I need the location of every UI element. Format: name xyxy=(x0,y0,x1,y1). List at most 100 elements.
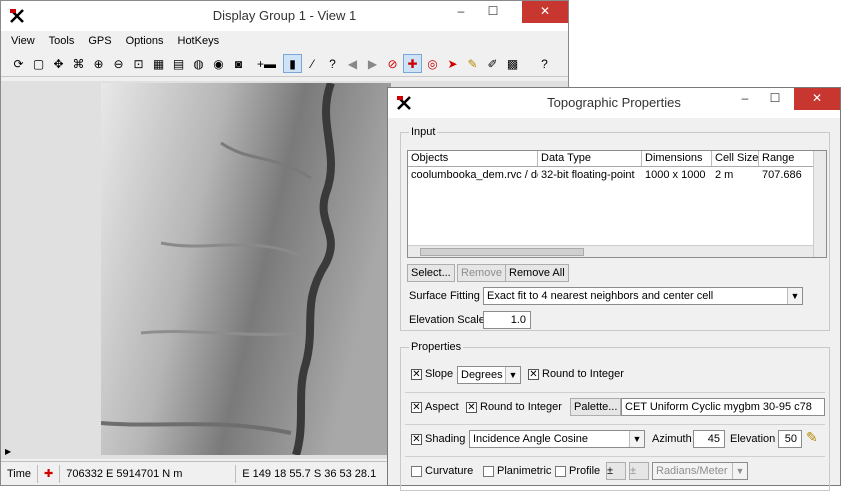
horizontal-scrollbar[interactable] xyxy=(408,245,814,257)
planimetric-checkbox[interactable] xyxy=(483,466,494,477)
elevation-label: Elevation xyxy=(730,433,776,445)
display-toolbar: ⟳ ▢ ✥ ⌘ ⊕ ⊖ ⊡ ▦ ▤ ◍ ◉ ◙ +▬ ▮ ⁄ ? ◀ ▶ ⊘ ✚… xyxy=(1,51,568,77)
properties-legend: Properties xyxy=(411,341,462,353)
menu-tools[interactable]: Tools xyxy=(49,35,75,47)
planimetric-label: Planimetric xyxy=(497,465,552,477)
close-button[interactable]: ✕ xyxy=(522,1,568,23)
elevation-scale-input[interactable]: 1.0 xyxy=(483,311,531,329)
scroll-right-arrow-icon[interactable]: ▶ xyxy=(5,447,11,456)
layer-icon[interactable]: ▤ xyxy=(169,54,188,73)
aspect-round-label: Round to Integer xyxy=(480,401,562,413)
curvature-label: Curvature xyxy=(425,465,474,477)
camera-icon[interactable]: ◙ xyxy=(229,54,248,73)
shading-checkbox[interactable]: ✕ xyxy=(411,434,422,445)
topo-close-button[interactable]: ✕ xyxy=(794,88,840,110)
table-row[interactable]: coolumbooka_dem.rvc / de 32-bit floating… xyxy=(408,167,826,183)
move-icon[interactable]: ✚ xyxy=(403,54,422,73)
chevron-down-icon: ▼ xyxy=(629,431,644,447)
topo-titlebar[interactable]: Topographic Properties – ☐ ✕ xyxy=(388,88,840,118)
add-layer-icon[interactable]: +▬ xyxy=(257,54,276,73)
slope-round-label: Round to Integer xyxy=(542,368,624,380)
vertical-scrollbar[interactable] xyxy=(813,151,826,257)
input-group: Input Objects Data Type Dimensions Cell … xyxy=(400,126,830,331)
cell-dimensions: 1000 x 1000 xyxy=(645,169,706,181)
coordinates-en: 706332 E 5914701 N m xyxy=(60,464,237,483)
maximize-button[interactable]: ☐ xyxy=(478,1,508,23)
chevron-down-icon: ▼ xyxy=(787,288,802,304)
cell-cell-size: 2 m xyxy=(715,169,734,181)
zoom-in-icon[interactable]: ⊕ xyxy=(89,54,108,73)
shading-method-select[interactable]: Incidence Angle Cosine ▼ xyxy=(469,430,645,448)
menu-view[interactable]: View xyxy=(11,35,35,47)
menu-hotkeys[interactable]: HotKeys xyxy=(178,35,220,47)
scroll-thumb[interactable] xyxy=(420,248,584,256)
slope-units-select[interactable]: Degrees ▼ xyxy=(457,366,521,384)
azimuth-label: Azimuth xyxy=(652,433,692,445)
remove-all-button[interactable]: Remove All xyxy=(505,264,569,282)
topo-maximize-button[interactable]: ☐ xyxy=(760,88,790,110)
objects-list-header: Objects Data Type Dimensions Cell Size R… xyxy=(408,151,826,167)
surface-fitting-label: Surface Fitting xyxy=(409,290,480,302)
surface-fitting-select[interactable]: Exact fit to 4 nearest neighbors and cen… xyxy=(483,287,803,305)
chevron-down-icon: ▼ xyxy=(505,367,520,383)
grid-icon[interactable]: ▦ xyxy=(149,54,168,73)
aspect-checkbox[interactable]: ✕ xyxy=(411,402,422,413)
aspect-round-checkbox[interactable]: ✕ xyxy=(466,402,477,413)
slope-units-value: Degrees xyxy=(461,369,503,381)
measure-icon[interactable]: ⁄ xyxy=(303,54,322,73)
edit-icon[interactable]: ✐ xyxy=(483,54,502,73)
col-cell-size[interactable]: Cell Size xyxy=(712,151,759,166)
shading-method-value: Incidence Angle Cosine xyxy=(473,433,588,445)
zoom-tool-icon[interactable]: ◎ xyxy=(423,54,442,73)
cell-data-type: 32-bit floating-point xyxy=(541,169,635,181)
binoculars-icon[interactable]: ⌘ xyxy=(69,54,88,73)
help-icon[interactable]: ? xyxy=(535,54,554,73)
zoom-box-icon[interactable]: ⊡ xyxy=(129,54,148,73)
forward-icon[interactable]: ▶ xyxy=(363,54,382,73)
col-data-type[interactable]: Data Type xyxy=(538,151,642,166)
topo-minimize-button[interactable]: – xyxy=(730,88,760,110)
select-arrow-icon[interactable]: ➤ xyxy=(443,54,462,73)
slope-round-checkbox[interactable]: ✕ xyxy=(528,369,539,380)
divider xyxy=(405,456,825,457)
slope-checkbox[interactable]: ✕ xyxy=(411,369,422,380)
redraw-icon[interactable]: ⟳ xyxy=(9,54,28,73)
crosshair-icon[interactable]: ✚ xyxy=(38,464,61,483)
curvature-graph2-icon[interactable]: ± xyxy=(629,462,649,480)
help-cursor-icon[interactable]: ? xyxy=(323,54,342,73)
cell-range: 707.686 xyxy=(762,169,802,181)
surface-fitting-value: Exact fit to 4 nearest neighbors and cen… xyxy=(487,290,714,302)
select-button[interactable]: Select... xyxy=(407,264,455,282)
sun-angle-icon[interactable]: ✎ xyxy=(806,429,818,446)
zoom-out-icon[interactable]: ⊖ xyxy=(109,54,128,73)
objects-list[interactable]: Objects Data Type Dimensions Cell Size R… xyxy=(407,150,827,258)
curvature-graph-icon[interactable]: ± xyxy=(606,462,626,480)
menu-gps[interactable]: GPS xyxy=(88,35,111,47)
display-titlebar[interactable]: Display Group 1 - View 1 – ☐ ✕ xyxy=(1,1,568,31)
palette-button[interactable]: Palette... xyxy=(570,398,622,416)
back-icon[interactable]: ◀ xyxy=(343,54,362,73)
select-icon[interactable]: ▮ xyxy=(283,54,302,73)
azimuth-input[interactable]: 45 xyxy=(693,430,725,448)
full-view-icon[interactable]: ▢ xyxy=(29,54,48,73)
curvature-checkbox[interactable] xyxy=(411,466,422,477)
sketch-icon[interactable]: ✎ xyxy=(463,54,482,73)
col-dimensions[interactable]: Dimensions xyxy=(642,151,712,166)
minimize-button[interactable]: – xyxy=(446,1,476,23)
elevation-input[interactable]: 50 xyxy=(778,430,802,448)
slope-label: Slope xyxy=(425,368,454,380)
menu-options[interactable]: Options xyxy=(126,35,164,47)
chart-icon[interactable]: ▩ xyxy=(503,54,522,73)
col-range[interactable]: Range xyxy=(759,151,814,166)
properties-group: Properties ✕ Slope Degrees ▼ ✕ Round to … xyxy=(400,341,830,491)
shading-label: Shading xyxy=(425,433,466,445)
profile-checkbox[interactable] xyxy=(555,466,566,477)
topographic-properties-window: Topographic Properties – ☐ ✕ Input Objec… xyxy=(387,87,841,491)
curvature-units-select[interactable]: Radians/Meter ▼ xyxy=(652,462,748,480)
cancel-icon[interactable]: ⊘ xyxy=(383,54,402,73)
col-objects[interactable]: Objects xyxy=(408,151,538,166)
globe2-icon[interactable]: ◉ xyxy=(209,54,228,73)
globe-icon[interactable]: ◍ xyxy=(189,54,208,73)
remove-button[interactable]: Remove xyxy=(457,264,506,282)
pan-icon[interactable]: ✥ xyxy=(49,54,68,73)
